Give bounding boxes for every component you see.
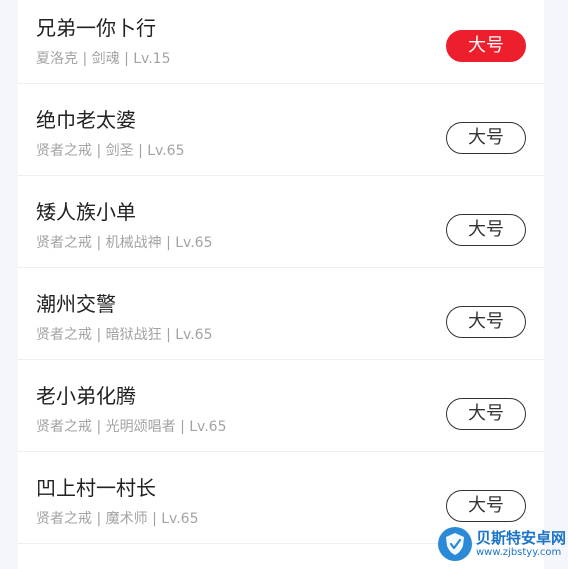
character-list: 兄弟一你卜行 夏洛克 | 剑魂 | Lv.15 大号 绝巾老太婆 贤者之戒 | … xyxy=(18,0,544,569)
watermark-title: 贝斯特安卓网 xyxy=(476,529,567,548)
character-name: 兄弟一你卜行 xyxy=(36,16,156,40)
character-name: 老小弟化腾 xyxy=(36,384,136,408)
shield-logo-icon xyxy=(438,527,472,561)
character-meta: 贤者之戒 | 机械战神 | Lv.65 xyxy=(36,235,213,251)
watermark-url: www.zjbstyy.com xyxy=(476,546,562,558)
main-account-button[interactable]: 大号 xyxy=(446,306,526,338)
main-account-button[interactable]: 大号 xyxy=(446,122,526,154)
character-meta: 贤者之戒 | 魔术师 | Lv.65 xyxy=(36,511,199,527)
site-watermark: 贝斯特安卓网 www.zjbstyy.com xyxy=(438,523,566,565)
character-name: 凹上村一村长 xyxy=(36,476,156,500)
character-name: 矮人族小单 xyxy=(36,200,136,224)
character-meta: 贤者之戒 | 光明颂唱者 | Lv.65 xyxy=(36,419,227,435)
character-meta: 贤者之戒 | 暗狱战狂 | Lv.65 xyxy=(36,327,213,343)
list-item[interactable]: 绝巾老太婆 贤者之戒 | 剑圣 | Lv.65 大号 xyxy=(18,84,544,176)
list-item[interactable]: 矮人族小单 贤者之戒 | 机械战神 | Lv.65 大号 xyxy=(18,176,544,268)
character-meta: 贤者之戒 | 剑圣 | Lv.65 xyxy=(36,143,185,159)
main-account-button[interactable]: 大号 xyxy=(446,490,526,522)
main-account-button[interactable]: 大号 xyxy=(446,398,526,430)
main-account-button[interactable]: 大号 xyxy=(446,30,526,62)
character-name: 绝巾老太婆 xyxy=(36,108,136,132)
list-item[interactable]: 潮州交警 贤者之戒 | 暗狱战狂 | Lv.65 大号 xyxy=(18,268,544,360)
character-name: 潮州交警 xyxy=(36,292,116,316)
list-item[interactable]: 老小弟化腾 贤者之戒 | 光明颂唱者 | Lv.65 大号 xyxy=(18,360,544,452)
character-meta: 夏洛克 | 剑魂 | Lv.15 xyxy=(36,51,171,67)
main-account-button[interactable]: 大号 xyxy=(446,214,526,246)
list-item[interactable]: 兄弟一你卜行 夏洛克 | 剑魂 | Lv.15 大号 xyxy=(18,0,544,84)
